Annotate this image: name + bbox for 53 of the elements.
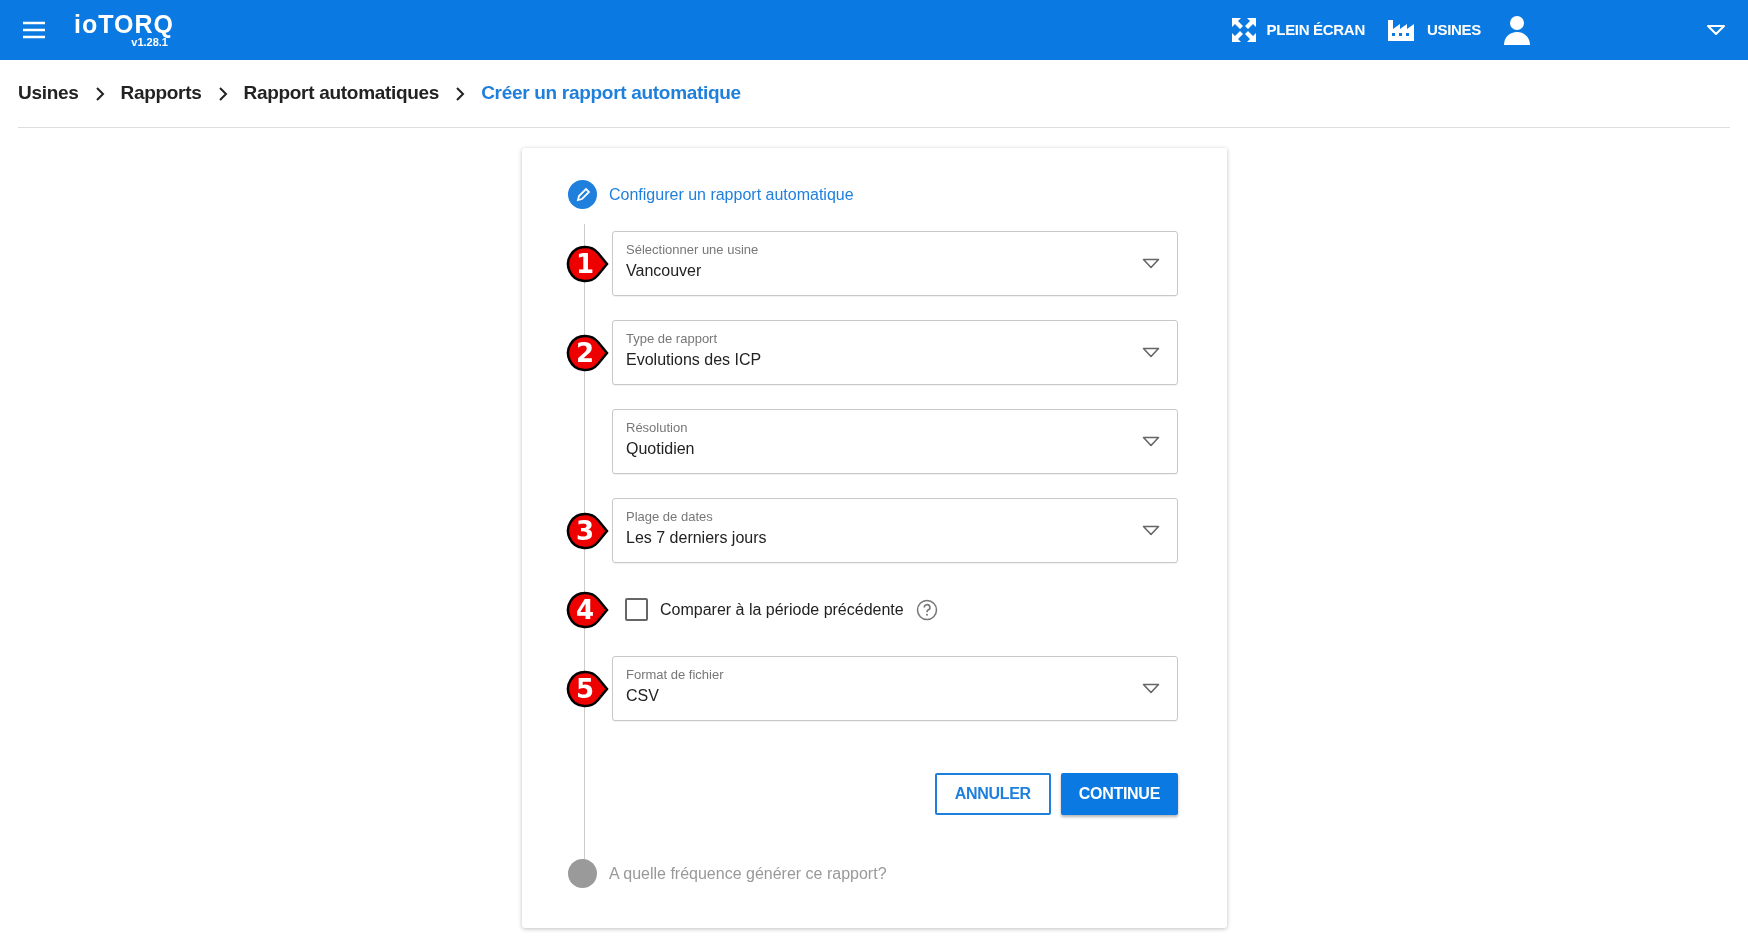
step-title: A quelle fréquence générer ce rapport?	[609, 863, 887, 884]
field-label: Résolution	[626, 420, 689, 436]
field-label: Type de rapport	[626, 331, 719, 347]
dropdown-caret-icon	[1142, 525, 1160, 536]
breadcrumb-link[interactable]: Rapports	[120, 79, 202, 108]
callout-number: 5	[574, 672, 596, 705]
select-field[interactable]: Plage de dates Les 7 derniers jours	[612, 498, 1178, 563]
callout-marker-icon	[566, 510, 610, 551]
select-field[interactable]: Format de fichier CSV	[612, 656, 1178, 721]
breadcrumb-link[interactable]: Rapport automatiques	[243, 79, 440, 108]
continue-button[interactable]: CONTINUE	[1060, 773, 1178, 815]
chevron-right-icon	[455, 86, 466, 101]
chevron-right-icon	[217, 86, 228, 101]
help-icon[interactable]	[915, 598, 938, 621]
plants-button[interactable]: USINES	[1386, 18, 1481, 42]
cancel-button[interactable]: ANNULER	[934, 773, 1051, 815]
field-value: Evolutions des ICP	[626, 350, 762, 370]
dropdown-caret-icon	[1142, 683, 1160, 694]
breadcrumb-link[interactable]: Créer un rapport automatique	[481, 79, 741, 108]
checkbox-label: Comparer à la période précédente	[660, 599, 904, 620]
factory-icon	[1386, 18, 1417, 42]
checkbox[interactable]	[625, 598, 648, 621]
version-text: v1.28.1	[131, 37, 168, 48]
breadcrumb-link[interactable]: Usines	[18, 79, 79, 108]
dropdown-caret-icon	[1142, 347, 1160, 358]
field-value: Les 7 derniers jours	[626, 528, 767, 548]
step-title: Configurer un rapport automatique	[609, 184, 854, 205]
callout-number: 3	[574, 514, 596, 547]
dropdown-caret-icon	[1142, 258, 1160, 269]
select-field[interactable]: Résolution Quotidien	[612, 409, 1178, 474]
callout-number: 1	[574, 247, 596, 280]
chevron-right-icon	[94, 86, 105, 101]
callout-marker-icon	[566, 668, 610, 709]
dropdown-caret-icon	[1142, 436, 1160, 447]
fullscreen-button[interactable]: PLEIN ÉCRAN	[1230, 17, 1365, 43]
select-field[interactable]: Type de rapport Evolutions des ICP	[612, 320, 1178, 385]
callout-number: 2	[574, 336, 596, 369]
field-label: Sélectionner une usine	[626, 242, 759, 258]
menu-icon[interactable]	[22, 21, 46, 39]
expand-arrows-icon	[1230, 17, 1257, 43]
field-value: Quotidien	[626, 439, 695, 459]
select-field[interactable]: Sélectionner une usine Vancouver	[612, 231, 1178, 296]
callout-number: 4	[574, 593, 596, 626]
field-value: Vancouver	[626, 261, 703, 281]
callout-marker-icon	[566, 332, 610, 373]
dropdown-caret-icon[interactable]	[1706, 24, 1726, 36]
user-icon[interactable]	[1503, 15, 1531, 45]
logo: ioTORQ	[74, 12, 174, 37]
callout-marker-icon	[566, 589, 610, 630]
field-label: Plage de dates	[626, 509, 714, 525]
field-value: CSV	[626, 686, 660, 706]
field-label: Format de fichier	[626, 667, 724, 683]
callout-marker-icon	[566, 243, 610, 284]
